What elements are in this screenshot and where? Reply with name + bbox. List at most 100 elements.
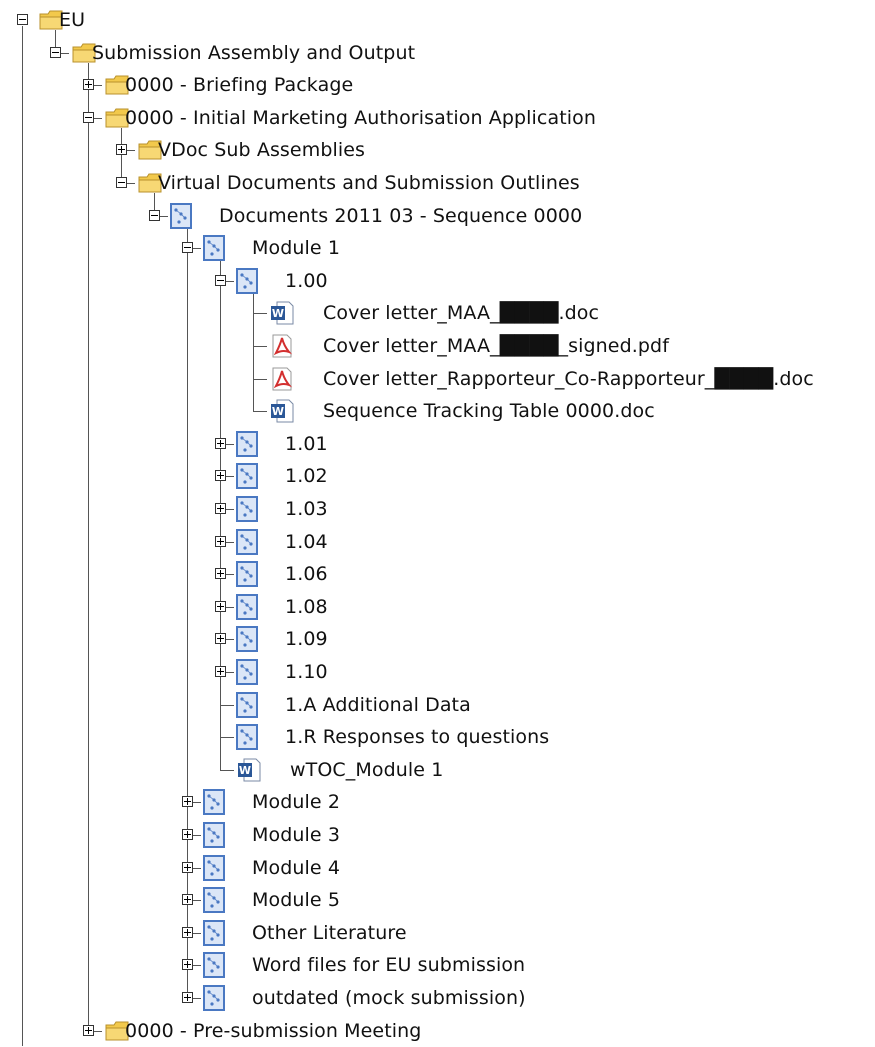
tree-node[interactable]: 1.01 <box>0 428 875 460</box>
tree-node[interactable]: 1.03 <box>0 493 875 525</box>
tree-node-label: EU <box>59 9 86 31</box>
tree-node-label: 1.00 <box>285 269 328 292</box>
collapse-toggle-icon[interactable] <box>116 177 127 188</box>
tree-node[interactable]: Module 5 <box>0 884 875 916</box>
virtual-document-icon <box>203 985 225 1015</box>
tree-node-label: Cover letter_MAA_████_signed.pdf <box>323 335 669 357</box>
virtual-document-icon <box>236 430 258 461</box>
tree-node[interactable]: 1.08 <box>0 591 875 623</box>
expand-toggle-icon[interactable] <box>182 829 193 840</box>
expand-toggle-icon[interactable] <box>215 470 226 482</box>
expand-toggle-icon[interactable] <box>182 796 193 808</box>
virtual-document-icon <box>203 952 225 982</box>
expand-toggle-icon[interactable] <box>182 894 193 906</box>
tree-node[interactable]: 1.09 <box>0 623 875 655</box>
tree-node[interactable]: 1.00 <box>0 265 875 297</box>
collapse-toggle-icon[interactable] <box>17 14 28 25</box>
collapse-toggle-icon[interactable] <box>50 46 61 58</box>
expand-toggle-icon[interactable] <box>215 437 226 449</box>
tree-node[interactable]: Module 1 <box>0 232 875 264</box>
tree-node-label: 1.08 <box>285 595 328 618</box>
expand-toggle-icon[interactable] <box>83 1024 94 1036</box>
tree-node[interactable]: 0000 - Pre-submission Meeting <box>0 1015 875 1047</box>
tree-node-label: VDoc Sub Assemblies <box>158 139 366 162</box>
collapse-toggle-icon[interactable] <box>215 274 226 286</box>
tree-node-label: Cover letter_MAA_████.doc <box>323 302 600 325</box>
tree-node[interactable]: 1.06 <box>0 558 875 590</box>
tree-node[interactable]: 1.10 <box>0 656 875 688</box>
tree-node[interactable]: 1.R Responses to questions <box>0 721 875 753</box>
tree-node[interactable]: Module 3 <box>0 819 875 851</box>
tree-node-label: 1.01 <box>285 432 328 455</box>
tree-node-label: Virtual Documents and Submission Outline… <box>158 172 580 194</box>
virtual-document-icon <box>236 724 258 754</box>
tree-node[interactable]: 1.04 <box>0 526 875 558</box>
pdf-document-icon <box>269 333 295 363</box>
virtual-document-icon <box>236 659 258 689</box>
tree-node-label: Module 3 <box>252 824 341 846</box>
tree-node[interactable]: Cover letter_MAA_████_signed.pdf <box>0 330 875 362</box>
expand-toggle-icon[interactable] <box>215 633 226 645</box>
collapse-toggle-icon[interactable] <box>149 209 160 221</box>
tree-node-label: Other Literature <box>252 921 407 944</box>
collapse-toggle-icon[interactable] <box>182 242 193 254</box>
tree-node[interactable]: Virtual Documents and Submission Outline… <box>0 167 875 199</box>
pdf-document-icon <box>269 366 295 396</box>
tree-node-label: Module 2 <box>252 791 341 814</box>
expand-toggle-icon[interactable] <box>215 600 226 612</box>
expand-toggle-icon[interactable] <box>182 926 193 938</box>
tree-node[interactable]: Documents 2011 03 - Sequence 0000 <box>0 200 875 232</box>
virtual-document-icon <box>203 822 225 852</box>
tree-node-label: Module 1 <box>252 237 341 260</box>
virtual-document-icon <box>236 267 258 298</box>
virtual-document-icon <box>236 691 258 722</box>
word-document-icon: W <box>269 300 295 330</box>
tree-node[interactable]: VDoc Sub Assemblies <box>0 134 875 166</box>
virtual-document-icon <box>170 202 192 233</box>
tree-node[interactable]: outdated (mock submission) <box>0 982 875 1014</box>
tree-node-label: 0000 - Initial Marketing Authorisation A… <box>125 106 597 129</box>
expand-toggle-icon[interactable] <box>215 568 226 580</box>
tree-node[interactable]: 0000 - Briefing Package <box>0 69 875 101</box>
tree-node[interactable]: EU <box>0 4 875 36</box>
tree-node-label: 1.10 <box>285 661 328 683</box>
word-document-icon: W <box>236 757 262 787</box>
tree-node[interactable]: Cover letter_Rapporteur_Co-Rapporteur_██… <box>0 363 875 395</box>
virtual-document-icon <box>236 561 258 591</box>
virtual-document-icon <box>236 463 258 493</box>
expand-toggle-icon[interactable] <box>182 992 193 1003</box>
virtual-document-icon <box>203 235 225 265</box>
expand-toggle-icon[interactable] <box>215 666 226 677</box>
tree-node-label: 1.09 <box>285 628 328 651</box>
tree-node-label: Module 5 <box>252 889 341 912</box>
tree-node[interactable]: Submission Assembly and Output <box>0 37 875 69</box>
tree-node-label: 1.03 <box>285 498 328 520</box>
tree-node[interactable]: W Cover letter_MAA_████.doc <box>0 297 875 329</box>
expand-toggle-icon[interactable] <box>182 959 193 971</box>
tree-node[interactable]: Word files for EU submission <box>0 949 875 981</box>
expand-toggle-icon[interactable] <box>83 79 94 91</box>
virtual-document-icon <box>236 496 258 526</box>
tree-node[interactable]: Module 4 <box>0 852 875 884</box>
virtual-document-icon <box>203 919 225 950</box>
expand-toggle-icon[interactable] <box>116 144 127 156</box>
document-tree: EU Submission Assembly and Output 0000 -… <box>0 0 875 1046</box>
virtual-document-icon <box>236 626 258 656</box>
svg-text:W: W <box>239 764 251 777</box>
tree-node-label: Module 4 <box>252 856 341 879</box>
tree-node-label: Documents 2011 03 - Sequence 0000 <box>219 204 583 227</box>
tree-node[interactable]: Module 2 <box>0 786 875 818</box>
tree-node[interactable]: 1.A Additional Data <box>0 689 875 721</box>
tree-node[interactable]: 1.02 <box>0 460 875 492</box>
tree-node[interactable]: WwTOC_Module 1 <box>0 754 875 786</box>
expand-toggle-icon[interactable] <box>215 535 226 547</box>
expand-toggle-icon[interactable] <box>182 861 193 873</box>
expand-toggle-icon[interactable] <box>215 503 226 514</box>
svg-text:W: W <box>272 307 284 320</box>
tree-node[interactable]: Other Literature <box>0 917 875 949</box>
virtual-document-icon <box>236 593 258 624</box>
virtual-document-icon <box>203 854 225 885</box>
tree-node[interactable]: 0000 - Initial Marketing Authorisation A… <box>0 102 875 134</box>
tree-node[interactable]: W Sequence Tracking Table 0000.doc <box>0 395 875 427</box>
collapse-toggle-icon[interactable] <box>83 111 94 123</box>
